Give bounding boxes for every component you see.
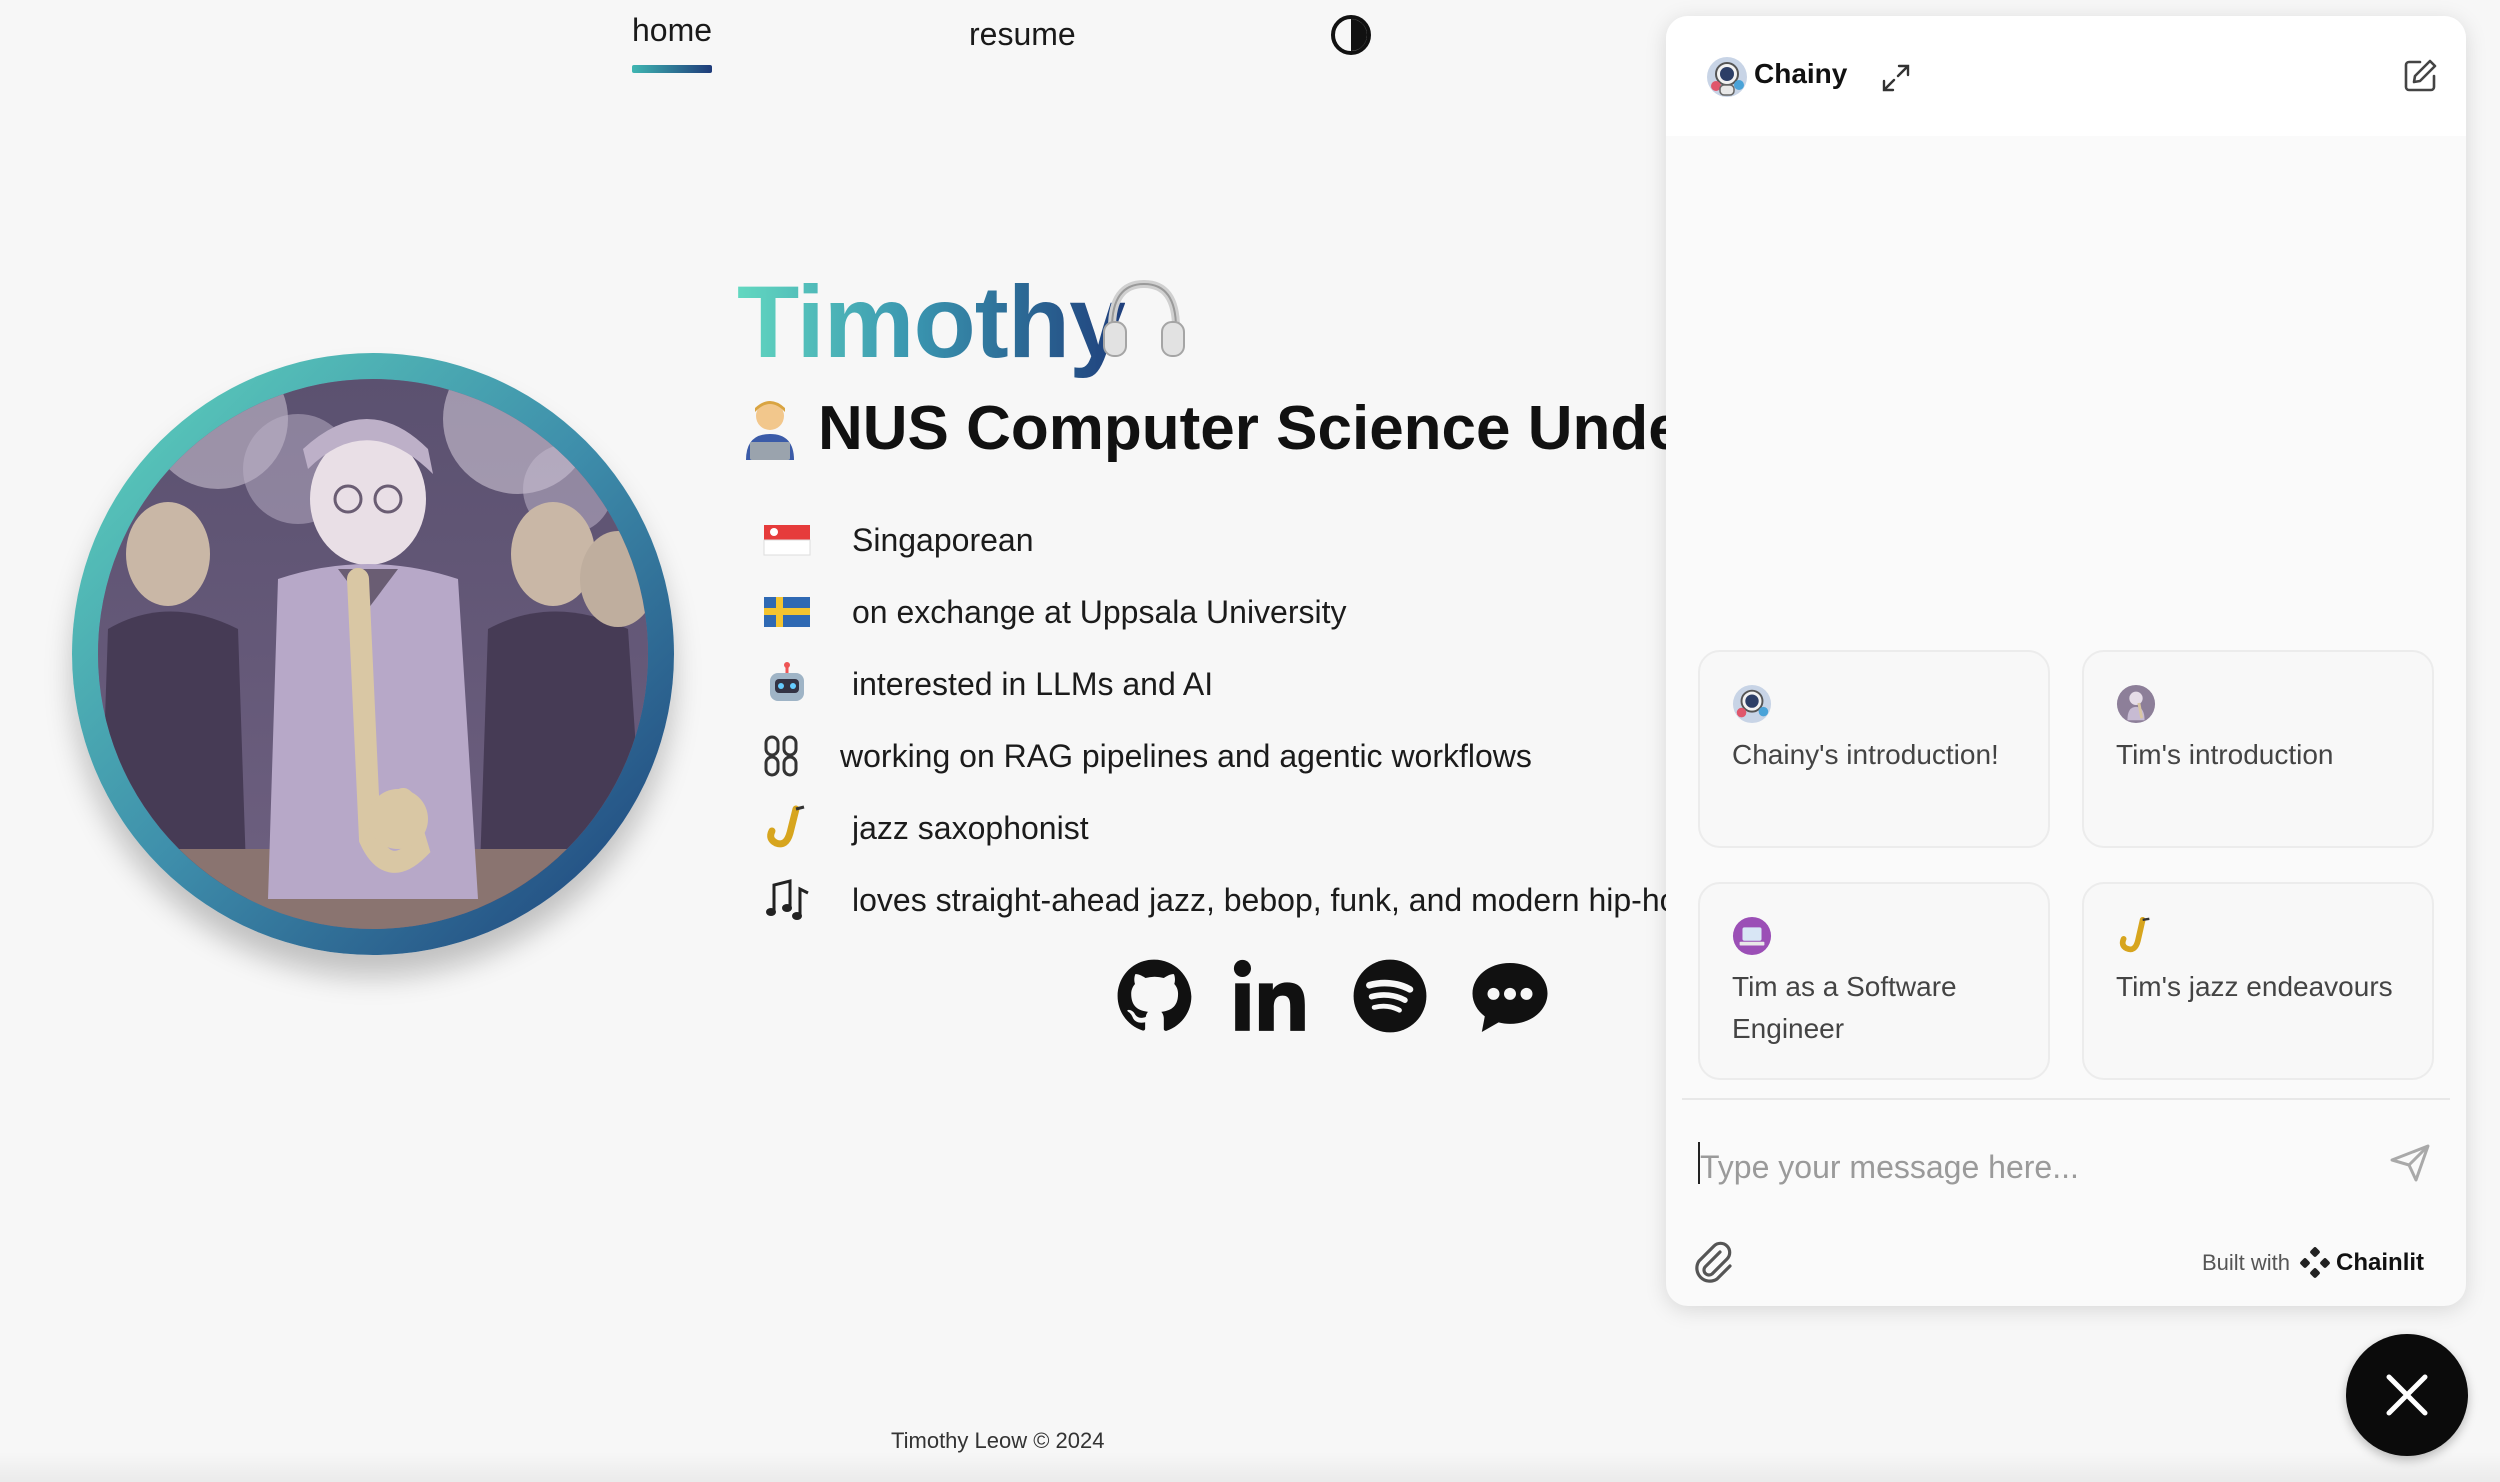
linkedin-icon[interactable] <box>1232 958 1308 1034</box>
technologist-icon <box>746 401 794 460</box>
nav-home-link[interactable]: home <box>632 12 713 73</box>
page: home resume Timothy NUS Computer Science… <box>0 0 2500 1482</box>
chainlit-brand[interactable]: Chainlit <box>2336 1249 2424 1277</box>
built-with-credit: Built with Chainlit <box>2202 1246 2424 1280</box>
starter-card[interactable]: Tim as a Software Engineer <box>1698 882 2050 1080</box>
fact-text: working on RAG pipelines and agentic wor… <box>840 737 1532 774</box>
text-caret <box>1698 1142 1700 1184</box>
tim-avatar-icon <box>2116 684 2156 724</box>
list-item: loves straight-ahead jazz, bebop, funk, … <box>762 870 1695 930</box>
list-item: Singaporean <box>762 510 1033 570</box>
github-icon[interactable] <box>1116 958 1192 1034</box>
chat-panel: Chainy Chainy's introduction! Tim's intr… <box>1666 16 2466 1306</box>
expand-icon[interactable] <box>1878 60 1914 96</box>
fact-text: jazz saxophonist <box>852 809 1089 846</box>
spotify-icon[interactable] <box>1352 958 1428 1034</box>
link-icon <box>764 735 798 777</box>
laptop-icon <box>1732 916 1772 956</box>
list-item: interested in LLMs and AI <box>762 654 1213 714</box>
saxophone-icon <box>2119 916 2150 953</box>
list-item: jazz saxophonist <box>762 798 1089 858</box>
footer-text: Timothy Leow © 2024 <box>891 1428 1105 1453</box>
headphones-icon <box>1103 279 1185 357</box>
paperclip-icon[interactable] <box>1690 1238 1736 1284</box>
nav-resume-link[interactable]: resume <box>969 16 1076 53</box>
send-icon[interactable] <box>2386 1138 2434 1186</box>
astronaut-avatar-icon <box>1707 57 1747 97</box>
nav-home-label: home <box>632 12 713 48</box>
composer-divider <box>1682 1098 2450 1100</box>
new-chat-icon[interactable] <box>2400 56 2440 96</box>
music-notes-icon <box>766 879 809 920</box>
fact-text: loves straight-ahead jazz, bebop, funk, … <box>852 881 1696 918</box>
avatar-illustration <box>98 379 648 929</box>
nav-active-underline <box>632 65 713 73</box>
chainlit-logo-icon <box>2300 1247 2330 1278</box>
close-icon <box>2386 1374 2428 1416</box>
avatar <box>72 353 674 955</box>
sweden-flag-icon <box>764 597 810 627</box>
robot-icon <box>770 662 804 701</box>
chat-title: Chainy <box>1754 58 1848 89</box>
chat-bubble-icon[interactable] <box>1468 956 1552 1036</box>
saxophone-icon <box>767 805 805 848</box>
fact-text: interested in LLMs and AI <box>852 665 1214 702</box>
bottom-shadow <box>0 1452 2500 1482</box>
chat-header: Chainy <box>1666 16 2466 136</box>
fact-text: on exchange at Uppsala University <box>852 593 1347 630</box>
starter-label: Tim as a Software Engineer <box>1732 971 1957 1044</box>
list-item: on exchange at Uppsala University <box>762 582 1347 642</box>
contrast-icon[interactable] <box>1330 14 1372 56</box>
starter-card[interactable]: Tim's jazz endeavours <box>2082 882 2434 1080</box>
page-title: Timothy <box>737 262 1126 382</box>
starter-card[interactable]: Chainy's introduction! <box>1698 650 2050 848</box>
starter-label: Tim's jazz endeavours <box>2116 971 2393 1002</box>
fact-text: Singaporean <box>852 521 1034 558</box>
starter-label: Chainy's introduction! <box>1732 739 1999 770</box>
astronaut-avatar-icon <box>1732 684 1772 724</box>
starter-card[interactable]: Tim's introduction <box>2082 650 2434 848</box>
close-chat-button[interactable] <box>2346 1334 2468 1456</box>
singapore-flag-icon <box>763 525 811 556</box>
list-item: working on RAG pipelines and agentic wor… <box>762 726 1532 786</box>
built-with-label: Built with <box>2202 1250 2291 1275</box>
message-input[interactable] <box>1698 1136 2362 1198</box>
starter-label: Tim's introduction <box>2116 739 2334 770</box>
